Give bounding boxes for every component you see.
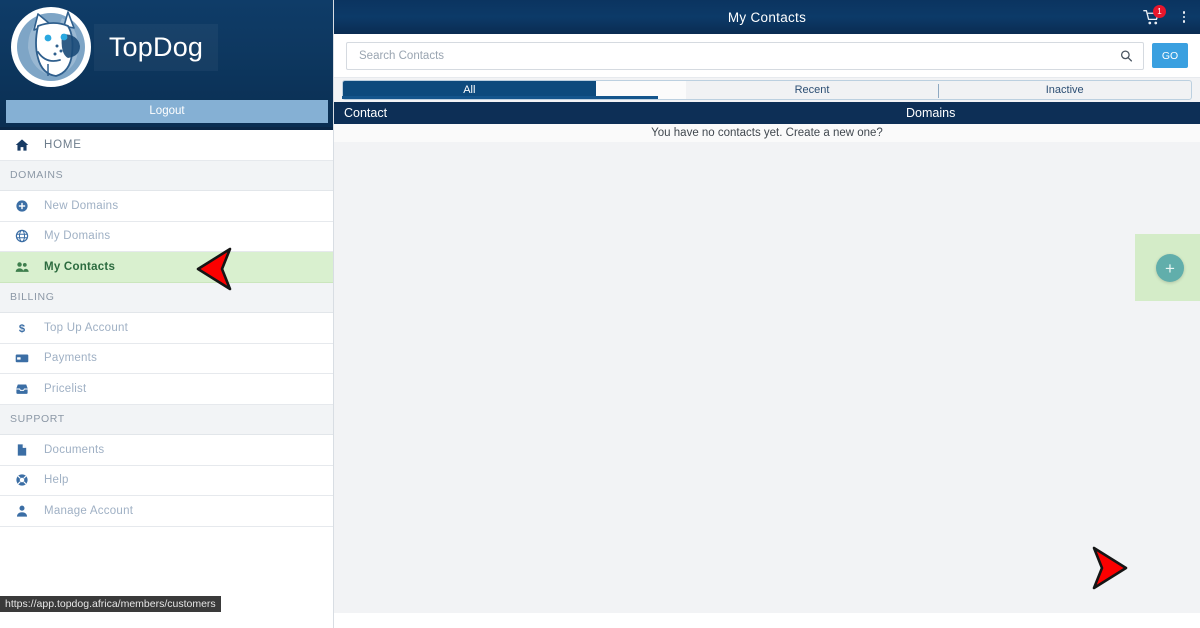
add-contact-fab[interactable]: + [1156, 254, 1184, 282]
people-icon [0, 260, 44, 274]
active-tab-underline [342, 96, 658, 99]
tab-inactive[interactable]: Inactive [938, 81, 1191, 99]
sidebar-item-pricelist[interactable]: Pricelist [0, 374, 333, 405]
sidebar-item-label: Documents [44, 443, 105, 456]
sidebar-section-support: SUPPORT [0, 404, 333, 435]
column-header-domains: Domains [906, 106, 956, 120]
app-root: TopDog Logout HOME DOMAINS New Domains My D… [0, 0, 1200, 628]
lifebuoy-icon [0, 473, 44, 487]
sidebar-item-payments[interactable]: Payments [0, 343, 333, 374]
sidebar-item-label: Help [44, 474, 69, 487]
logout-button[interactable]: Logout [6, 100, 328, 123]
search-row: GO [334, 34, 1200, 78]
svg-text:$: $ [19, 323, 26, 335]
sidebar-item-top-up-account[interactable]: $ Top Up Account [0, 313, 333, 344]
sidebar-section-domains: DOMAINS [0, 160, 333, 191]
sidebar-item-label: Payments [44, 352, 98, 365]
sidebar-item-label: My Contacts [44, 260, 116, 273]
dollar-icon: $ [0, 321, 44, 335]
sidebar-item-label: My Domains [44, 230, 111, 243]
search-box [346, 41, 1144, 70]
browser-status-url: https://app.topdog.africa/members/custom… [0, 596, 221, 612]
kebab-menu-icon[interactable] [1176, 6, 1192, 28]
shopping-cart-icon[interactable]: 1 [1140, 5, 1166, 28]
search-input[interactable] [347, 42, 1143, 69]
header-actions: 1 [1140, 0, 1192, 34]
cart-badge-count: 1 [1153, 5, 1166, 18]
sidebar-nav: HOME DOMAINS New Domains My Domains My Conta… [0, 130, 333, 527]
credit-card-icon [0, 351, 44, 365]
dog-head-logo [8, 4, 94, 90]
main-content: My Contacts 1 Search Contacts GO All Rec… [334, 0, 1200, 613]
sidebar-item-new-domains[interactable]: New Domains [0, 191, 333, 222]
sidebar-item-manage-account[interactable]: Manage Account [0, 496, 333, 527]
document-icon [0, 443, 44, 457]
inbox-icon [0, 382, 44, 396]
sidebar-item-my-domains[interactable]: My Domains [0, 221, 333, 252]
column-header-contact: Contact [344, 106, 388, 120]
contacts-list-area: + [334, 142, 1200, 595]
table-header-row: Contact Domains [334, 102, 1200, 124]
home-icon [0, 138, 44, 152]
search-go-button[interactable]: GO [1152, 43, 1188, 68]
sidebar: TopDog Logout HOME DOMAINS New Domains My D… [0, 0, 334, 628]
brand-name: TopDog [94, 24, 218, 71]
sidebar-item-label: Pricelist [44, 382, 87, 395]
sidebar-section-billing: BILLING [0, 282, 333, 313]
sidebar-item-label: Top Up Account [44, 321, 129, 334]
user-icon [0, 504, 44, 518]
sidebar-item-help[interactable]: Help [0, 465, 333, 496]
sidebar-brand-header: TopDog Logout [0, 0, 333, 130]
sidebar-item-my-contacts[interactable]: My Contacts [0, 252, 333, 283]
plus-circle-icon [0, 199, 44, 213]
sidebar-item-documents[interactable]: Documents [0, 435, 333, 466]
sidebar-item-home[interactable]: HOME [0, 130, 333, 161]
sidebar-item-label: HOME [44, 138, 82, 151]
page-title: My Contacts [727, 9, 807, 25]
sidebar-item-label: Manage Account [44, 504, 134, 517]
page-header-bar: My Contacts 1 [334, 0, 1200, 34]
empty-state-message: You have no contacts yet. Create a new o… [334, 124, 1200, 142]
tab-recent[interactable]: Recent [686, 81, 939, 99]
search-icon[interactable] [1120, 49, 1133, 62]
sidebar-item-label: New Domains [44, 199, 119, 212]
globe-icon [0, 229, 44, 243]
